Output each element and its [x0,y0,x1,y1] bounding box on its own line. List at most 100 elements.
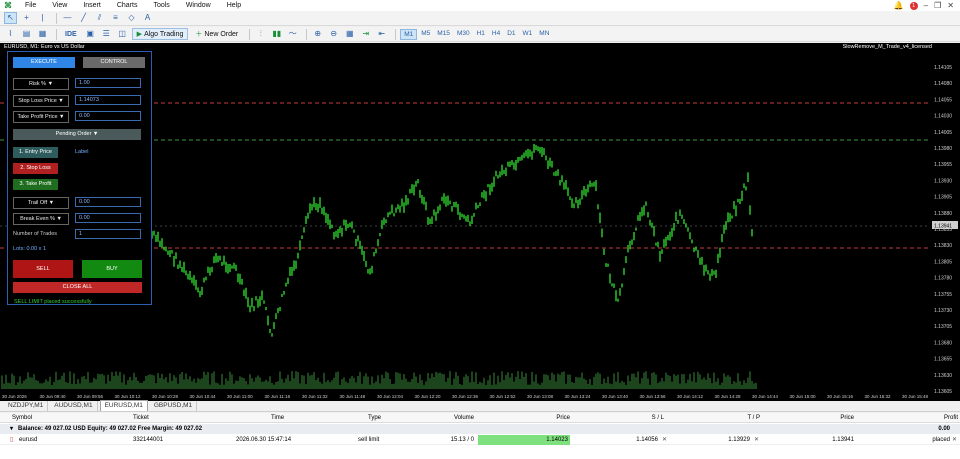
take-profit-dropdown[interactable]: Take Profit Price ▼ [13,111,69,123]
menu-help[interactable]: Help [219,0,249,11]
col-profit[interactable]: Profit [910,413,958,423]
entry-price-button[interactable]: 1. Entry Price [13,147,58,158]
line-chart-icon[interactable]: 〜 [286,28,299,40]
price-axis-label: 1.13630 [934,373,952,379]
trail-off-input[interactable]: 0.00 [75,197,141,207]
table-row[interactable]: ▯ eurusd 332144001 2026.06.30 15:47:14 s… [0,435,960,445]
sell-button[interactable]: SELL [13,260,73,278]
timeframe-m15[interactable]: M15 [434,29,453,40]
menu-tools[interactable]: Tools [145,0,177,11]
candlestick-icon[interactable]: ▮▮ [270,28,283,40]
time-axis-label: 30 Jun 12:20 [415,394,442,399]
cursor-icon[interactable]: ↖ [4,12,17,24]
shapes-icon[interactable]: ◇ [125,12,138,24]
time-axis-label: 30 Jun 09:40 [40,394,67,399]
trendline-icon[interactable]: ╱ [77,12,90,24]
time-axis-label: 30 Jun 12:52 [490,394,517,399]
new-order-button[interactable]: ＋ New Order [191,28,242,40]
stop-loss-button[interactable]: 2. Stop Loss [13,163,58,174]
tab-eurusd[interactable]: EURUSD,M1 [99,400,148,411]
close-icon[interactable]: ✕ [947,1,954,10]
col-current-price[interactable]: Price [812,413,854,423]
autoscroll-icon[interactable]: ⇥ [359,28,372,40]
col-type[interactable]: Type [368,413,381,423]
channel-icon[interactable]: ⫽ [93,12,106,24]
col-price[interactable]: Price [530,413,570,423]
horizontal-line-icon[interactable]: — [61,12,74,24]
buy-button[interactable]: BUY [82,260,142,278]
vertical-line-icon[interactable]: | [36,12,49,24]
minimize-icon[interactable]: – [924,1,928,10]
templates-icon[interactable]: ▦ [36,28,49,40]
order-icon: ▯ [10,437,14,443]
price-axis-label: 1.14005 [934,130,952,136]
timeframe-m30[interactable]: M30 [454,29,473,40]
market-watch-icon[interactable]: ◫ [116,28,129,40]
stop-loss-input[interactable]: 1.14073 [75,95,141,105]
break-even-input[interactable]: 0.00 [75,213,141,223]
risk-input[interactable]: 1.00 [75,78,141,88]
pending-order-dropdown[interactable]: Pending Order ▼ [13,129,141,140]
chart-shift-icon[interactable]: ⇤ [375,28,388,40]
menu-view[interactable]: View [44,0,75,11]
crosshair-icon[interactable]: + [20,12,33,24]
lots-label: Lots: 0.00 x 1 [13,246,47,252]
algo-trading-button[interactable]: ▶ Algo Trading [131,28,189,40]
timeframe-w1[interactable]: W1 [520,29,536,40]
expand-icon[interactable]: ▾ [10,424,13,434]
grid-icon[interactable]: ▦ [343,28,356,40]
chart-type-icon[interactable]: ⌇ [4,28,17,40]
zoom-out-icon[interactable]: ⊖ [327,28,340,40]
execute-tab[interactable]: EXECUTE [13,57,75,68]
new-chart-icon[interactable]: ▤ [20,28,33,40]
col-ticket[interactable]: Ticket [133,413,149,423]
col-sl[interactable]: S / L [630,413,664,423]
tab-gbpusd[interactable]: GBPUSD,M1 [150,401,198,411]
col-time[interactable]: Time [271,413,284,423]
timeframe-mn[interactable]: MN [536,29,552,40]
price-axis-label: 1.14055 [934,97,952,103]
close-all-button[interactable]: CLOSE ALL [13,282,142,293]
order-price[interactable]: 1.14023 [478,435,570,445]
close-order-icon[interactable]: ✕ [952,435,957,445]
control-tab[interactable]: CONTROL [83,57,145,68]
terminal-icon[interactable]: ▣ [84,28,97,40]
time-axis-label: 30 Jun 11:16 [265,394,291,399]
time-axis-label: 30 Jun 11:32 [302,394,328,399]
remove-tp-icon[interactable]: ✕ [754,435,759,445]
risk-dropdown[interactable]: Risk % ▼ [13,78,69,90]
col-symbol[interactable]: Symbol [12,413,32,423]
trail-off-dropdown[interactable]: Trail Off ▼ [13,197,69,209]
bar-chart-icon[interactable]: ⫶ [254,28,267,40]
menu-file[interactable]: File [17,0,44,11]
zoom-in-icon[interactable]: ⊕ [311,28,324,40]
tab-audusd[interactable]: AUDUSD,M1 [50,401,98,411]
timeframe-h1[interactable]: H1 [474,29,488,40]
timeframe-d1[interactable]: D1 [504,29,518,40]
col-volume[interactable]: Volume [430,413,474,423]
time-axis-label: 30 Jun 14:12 [677,394,704,399]
notification-bell-icon[interactable]: 🔔 [894,1,904,10]
navigator-icon[interactable]: ☰ [100,28,113,40]
restore-icon[interactable]: ❐ [934,1,941,10]
remove-sl-icon[interactable]: ✕ [662,435,667,445]
price-axis-label: 1.14030 [934,114,952,120]
timeframe-m5[interactable]: M5 [418,29,433,40]
menu-insert[interactable]: Insert [75,0,109,11]
fibonacci-icon[interactable]: ≡ [109,12,122,24]
ide-button[interactable]: IDE [61,28,81,40]
stop-loss-dropdown[interactable]: Stop Loss Price ▼ [13,95,69,107]
col-tp[interactable]: T / P [726,413,760,423]
text-icon[interactable]: A [141,12,154,24]
time-axis-label: 30 Jun 12:36 [452,394,479,399]
time-axis-label: 30 Jun 10:44 [190,394,217,399]
number-of-trades-input[interactable]: 1 [75,229,141,239]
menu-window[interactable]: Window [178,0,219,11]
tab-nzdjpy[interactable]: NZDJPY,M1 [4,401,49,411]
break-even-dropdown[interactable]: Break Even % ▼ [13,213,69,225]
timeframe-m1[interactable]: M1 [400,28,418,40]
timeframe-h4[interactable]: H4 [489,29,503,40]
take-profit-button[interactable]: 3. Take Profit [13,179,58,190]
menu-charts[interactable]: Charts [109,0,146,11]
take-profit-input[interactable]: 0.00 [75,111,141,121]
